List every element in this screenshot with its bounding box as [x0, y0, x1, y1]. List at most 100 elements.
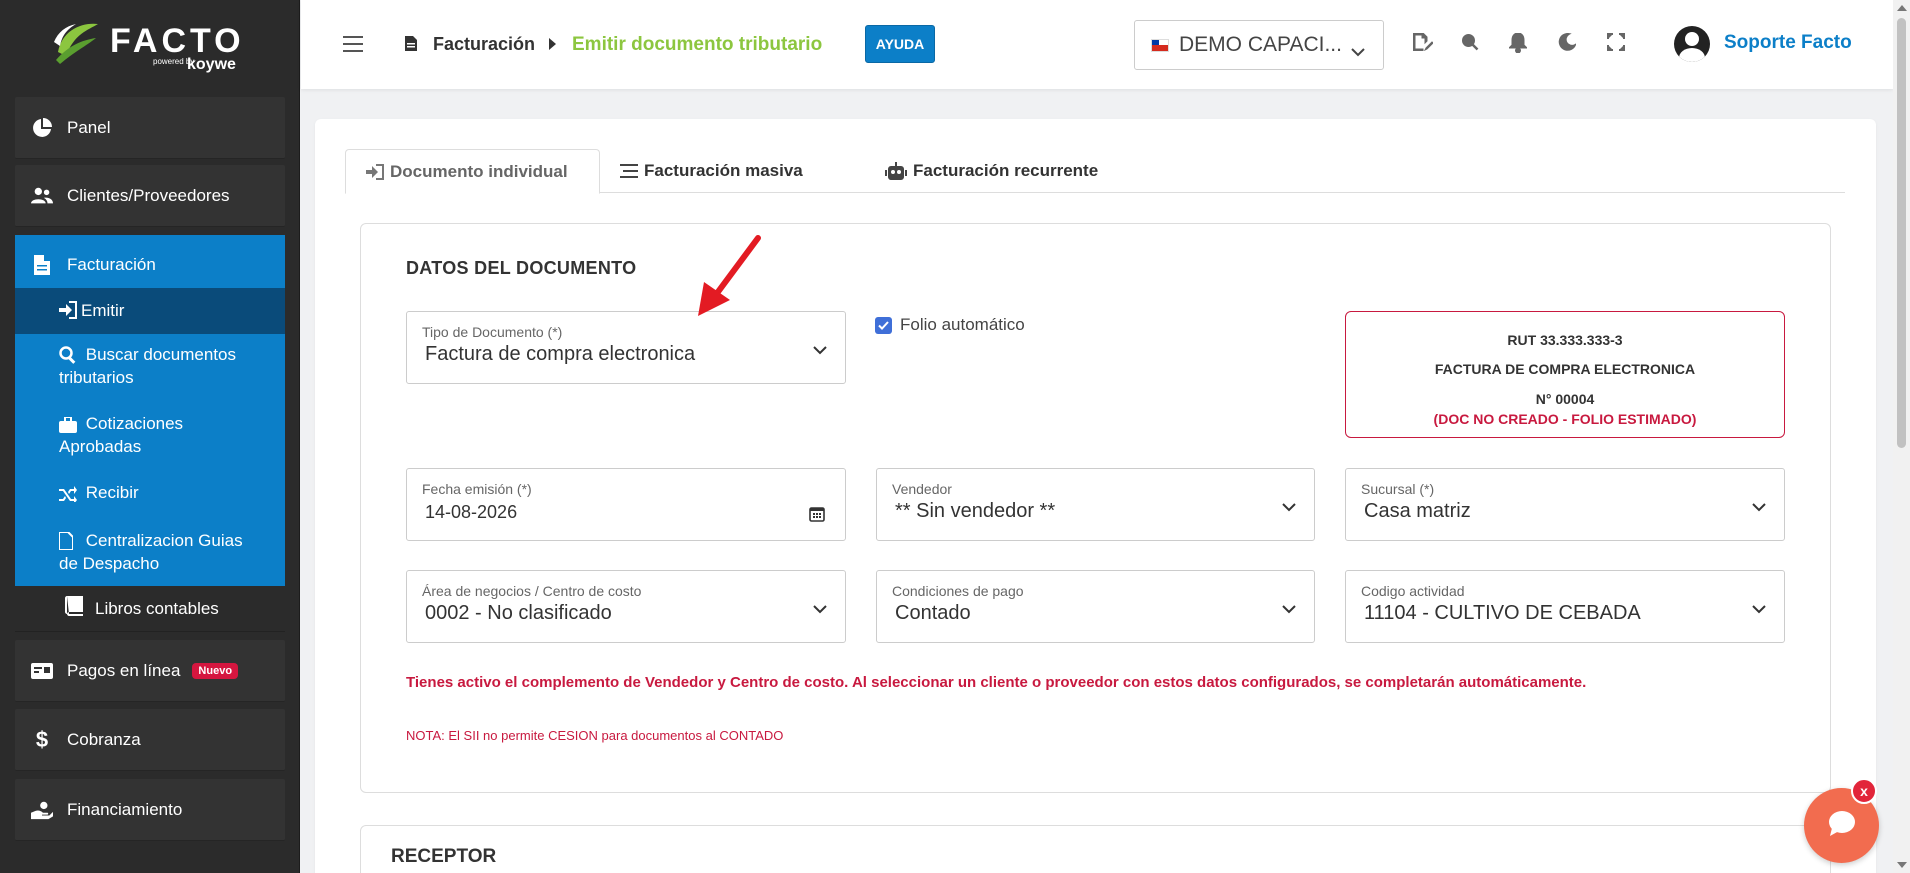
field-label: Tipo de Documento (*) — [422, 324, 563, 340]
annotation-arrow-icon — [698, 235, 761, 316]
sidebar-subitem-label: Recibir — [85, 483, 139, 502]
sidebar-subitem-recibir[interactable]: Recibir — [15, 482, 285, 505]
cesion-note: NOTA: El SII no permite CESION para docu… — [406, 728, 784, 743]
info-message: Tienes activo el complemento de Vendedor… — [406, 674, 1587, 691]
random-icon — [59, 483, 81, 505]
sidebar-item-label: Pagos en línea — [67, 660, 181, 680]
sidebar-item-label: Financiamiento — [67, 799, 183, 819]
fullscreen-icon[interactable] — [1607, 33, 1629, 55]
sign-in-icon — [366, 163, 384, 180]
checkmark-icon — [875, 316, 892, 334]
sidebar-item-label: Panel — [67, 117, 111, 137]
sidebar-item-pagos[interactable]: Pagos en línea Nuevo — [15, 640, 285, 702]
tab-facturacion-recurrente[interactable]: Facturación recurrente — [885, 149, 1098, 193]
new-badge: Nuevo — [192, 662, 239, 679]
summary-status: (DOC NO CREADO - FOLIO ESTIMADO) — [1433, 411, 1697, 427]
scroll-thumb[interactable] — [1897, 18, 1906, 448]
sidebar-subitem-centralizacion[interactable]: Centralizacion Guias de Despacho — [15, 530, 285, 575]
sidebar-item-panel[interactable]: Panel — [15, 97, 285, 159]
field-value: Factura de compra electronica — [425, 343, 696, 365]
list-icon — [620, 163, 638, 179]
chat-close-button[interactable]: x — [1851, 778, 1877, 804]
file-text-icon — [405, 36, 417, 56]
breadcrumb-root[interactable]: Facturación — [433, 34, 535, 55]
search-icon[interactable] — [1461, 33, 1483, 55]
field-label: Vendedor — [892, 481, 952, 497]
money-bill-icon — [31, 660, 53, 682]
fecha-emision-input[interactable]: Fecha emisión (*) 14-08-2026 — [406, 468, 846, 541]
tab-label: Facturación masiva — [644, 161, 803, 180]
sign-in-icon — [59, 300, 81, 322]
field-value: Casa matriz — [1364, 500, 1471, 522]
brand-partner: koywe — [187, 56, 236, 73]
tab-label: Documento individual — [390, 161, 568, 181]
vendedor-select[interactable]: Vendedor ** Sin vendedor ** — [876, 468, 1315, 541]
document-summary-box: RUT 33.333.333-3 FACTURA DE COMPRA ELECT… — [1345, 311, 1785, 438]
scroll-down-icon[interactable] — [1897, 862, 1907, 868]
breadcrumb-separator-icon — [549, 38, 556, 50]
facto-logo[interactable]: FACTO powered by koywe — [52, 16, 252, 74]
sidebar-item-clientes[interactable]: Clientes/Proveedores — [15, 165, 285, 227]
avatar[interactable] — [1674, 26, 1710, 62]
field-label: Sucursal (*) — [1361, 481, 1435, 497]
chevron-down-icon — [1752, 601, 1766, 619]
chevron-down-icon — [813, 601, 827, 619]
sidebar-item-facturacion[interactable]: Facturación — [15, 235, 285, 295]
breadcrumb-current: Emitir documento tributario — [572, 34, 823, 55]
hamburger-menu-icon[interactable] — [343, 36, 363, 57]
sidebar-item-label: Cobranza — [67, 729, 141, 749]
sidebar-subitem-emitir[interactable]: Emitir — [15, 288, 285, 334]
file-icon — [58, 530, 81, 553]
field-label: Área de negocios / Centro de costo — [422, 583, 642, 599]
bell-icon[interactable] — [1507, 32, 1531, 55]
signature-icon[interactable] — [1412, 32, 1435, 55]
pie-chart-icon — [31, 117, 53, 139]
sidebar-item-label: Clientes/Proveedores — [67, 185, 230, 205]
summary-type: FACTURA DE COMPRA ELECTRONICA — [1434, 361, 1696, 377]
tab-documento-individual[interactable]: Documento individual — [345, 149, 600, 194]
area-negocios-select[interactable]: Área de negocios / Centro de costo 0002 … — [406, 570, 846, 643]
sidebar-subitem-buscar[interactable]: Buscar documentos tributarios — [15, 344, 285, 389]
chevron-down-icon — [1282, 499, 1296, 517]
condiciones-pago-select[interactable]: Condiciones de pago Contado — [876, 570, 1315, 643]
briefcase-icon — [59, 414, 81, 436]
summary-number: N° 00004 — [1535, 391, 1595, 407]
help-button[interactable]: AYUDA — [865, 25, 935, 63]
sidebar-subitem-label: Libros contables — [95, 598, 219, 618]
company-name: DEMO CAPACI... — [1179, 33, 1342, 56]
book-icon — [65, 596, 95, 621]
field-value: 11104 - CULTIVO DE CEBADA — [1364, 602, 1641, 624]
sidebar-item-cobranza[interactable]: $ Cobranza — [15, 709, 285, 771]
tab-facturacion-masiva[interactable]: Facturación masiva — [620, 149, 803, 193]
company-select[interactable]: DEMO CAPACI... — [1134, 20, 1384, 70]
sidebar-subitem-label: Emitir — [81, 301, 125, 320]
checkbox-label: Folio automático — [900, 315, 1025, 334]
folio-automatico-checkbox[interactable]: Folio automático — [875, 315, 1025, 335]
tab-label: Facturación recurrente — [913, 161, 1099, 180]
field-label: Codigo actividad — [1361, 583, 1465, 599]
field-label: Condiciones de pago — [892, 583, 1024, 599]
top-header: Facturación Emitir documento tributario … — [301, 0, 1893, 89]
robot-icon — [885, 162, 907, 180]
facto-leaf-icon — [54, 23, 98, 64]
chevron-down-icon — [813, 342, 827, 360]
chevron-down-icon — [1351, 39, 1365, 63]
field-value: 14-08-2026 — [425, 502, 518, 522]
codigo-actividad-select[interactable]: Codigo actividad 11104 - CULTIVO DE CEBA… — [1345, 570, 1785, 643]
page-scrollbar[interactable] — [1893, 0, 1910, 873]
scroll-up-icon[interactable] — [1897, 5, 1907, 11]
user-name[interactable]: Soporte Facto — [1724, 32, 1852, 54]
document-icon — [31, 255, 53, 275]
sidebar-item-financiamiento[interactable]: Financiamiento — [15, 779, 285, 841]
sidebar-subitem-cotizaciones[interactable]: Cotizaciones Aprobadas — [15, 413, 285, 458]
section-title: DATOS DEL DOCUMENTO — [406, 258, 637, 278]
moon-icon[interactable] — [1558, 33, 1580, 55]
sidebar-subitem-libros[interactable]: Libros contables — [15, 586, 285, 632]
sucursal-select[interactable]: Sucursal (*) Casa matriz — [1345, 468, 1785, 541]
sidebar-item-label: Facturación — [67, 255, 156, 274]
field-value: ** Sin vendedor ** — [895, 500, 1056, 522]
chile-flag-icon — [1151, 38, 1169, 52]
calendar-icon[interactable] — [809, 506, 825, 527]
receptor-section: RECEPTOR — [360, 825, 1831, 873]
tipo-documento-select[interactable]: Tipo de Documento (*) Factura de compra … — [406, 311, 846, 384]
